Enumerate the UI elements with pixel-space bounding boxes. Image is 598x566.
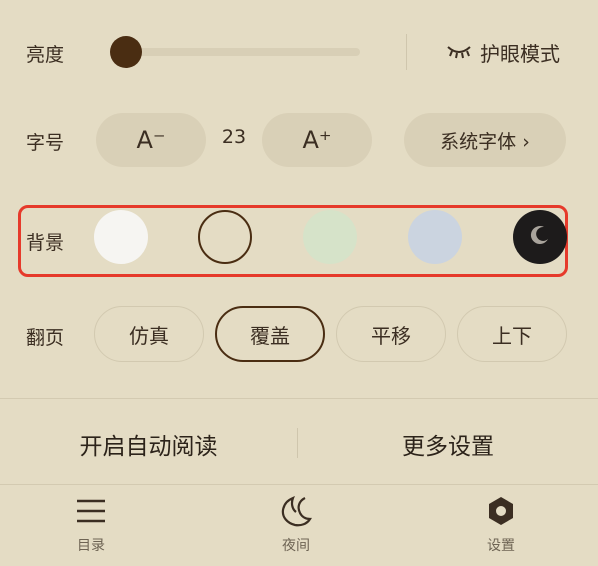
font-face-label: 系统字体 ›: [440, 130, 530, 153]
page-turn-slide[interactable]: 平移: [336, 306, 446, 362]
moon-icon: [529, 224, 551, 250]
nav-catalog-label: 目录: [77, 538, 105, 554]
menu-icon: [75, 495, 107, 531]
nav-night-label: 夜间: [282, 538, 310, 554]
auto-read-label: 开启自动阅读: [79, 434, 218, 460]
nav-settings-label: 设置: [487, 538, 515, 554]
section-divider: [0, 398, 598, 399]
bg-swatch-green[interactable]: [303, 210, 357, 264]
page-turn-simulate-label: 仿真: [129, 323, 169, 348]
row-divider: [406, 34, 407, 70]
page-turn-cover[interactable]: 覆盖: [215, 306, 325, 362]
more-settings-label: 更多设置: [402, 434, 494, 460]
bg-swatch-night[interactable]: [513, 210, 567, 264]
background-label: 背景: [26, 232, 65, 254]
bg-swatch-white[interactable]: [94, 210, 148, 264]
eye-protection-label: 护眼模式: [480, 41, 560, 66]
moon-outline-icon: [279, 495, 313, 531]
page-turn-slide-label: 平移: [371, 323, 411, 348]
bg-swatch-parchment[interactable]: [198, 210, 252, 264]
closed-eye-icon: [446, 40, 472, 64]
nav-item-catalog[interactable]: 目录: [31, 495, 151, 555]
brightness-slider-thumb[interactable]: [110, 36, 142, 68]
page-turn-simulate[interactable]: 仿真: [94, 306, 204, 362]
auto-read-button[interactable]: 开启自动阅读: [0, 424, 297, 464]
page-turn-cover-label: 覆盖: [250, 323, 290, 348]
eye-protection-button[interactable]: 护眼模式: [446, 36, 560, 68]
font-face-button[interactable]: 系统字体 ›: [404, 113, 566, 167]
font-size-value: 23: [221, 126, 247, 148]
more-settings-button[interactable]: 更多设置: [298, 424, 598, 464]
page-turn-vertical-label: 上下: [492, 323, 532, 348]
font-decrease-label: A⁻: [136, 126, 166, 154]
font-increase-button[interactable]: A⁺: [262, 113, 372, 167]
nav-item-night[interactable]: 夜间: [236, 495, 356, 555]
bg-swatch-blue[interactable]: [408, 210, 462, 264]
brightness-slider-track[interactable]: [110, 48, 360, 56]
nav-item-settings[interactable]: 设置: [441, 495, 561, 555]
font-decrease-button[interactable]: A⁻: [96, 113, 206, 167]
gear-icon: [485, 495, 517, 531]
page-turn-vertical[interactable]: 上下: [457, 306, 567, 362]
brightness-label: 亮度: [26, 44, 65, 66]
page-turn-label: 翻页: [26, 327, 65, 349]
font-size-label: 字号: [26, 132, 65, 154]
nav-divider: [0, 484, 598, 485]
font-increase-label: A⁺: [302, 126, 332, 154]
